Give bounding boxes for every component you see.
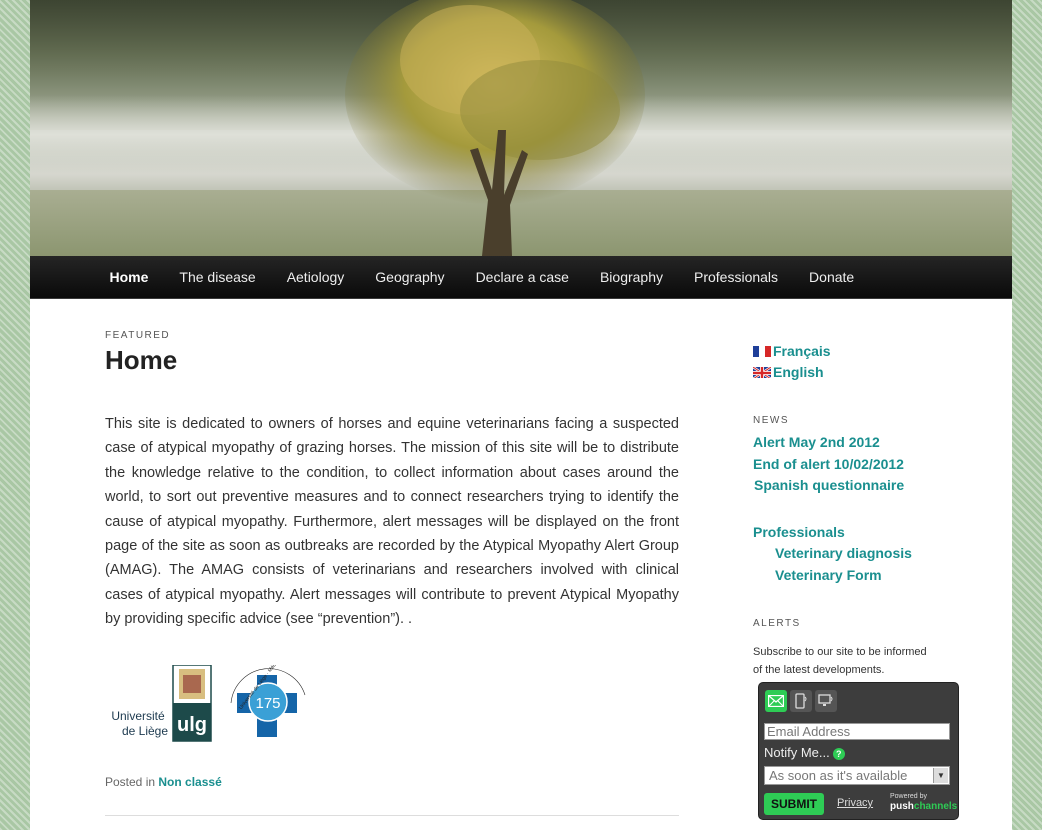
frequency-select[interactable]: As soon as it's available ▼ xyxy=(764,766,950,785)
nav-item-professionals[interactable]: Professionals xyxy=(679,256,794,299)
submit-button[interactable]: SUBMIT xyxy=(764,793,824,815)
pushchannels-logo: pushchannels xyxy=(890,801,958,813)
pushchannels-logo-channels: channels xyxy=(913,801,958,812)
mobile-icon xyxy=(795,693,807,709)
chevron-down-icon[interactable]: ▼ xyxy=(933,768,948,783)
nav-item-donate[interactable]: Donate xyxy=(794,256,870,299)
news-link-alert-may[interactable]: Alert May 2nd 2012 xyxy=(753,432,963,454)
notify-label: Notify Me...? xyxy=(764,745,845,760)
news-link-spanish-questionnaire[interactable]: Spanish questionnaire xyxy=(753,475,963,497)
mobile-tab[interactable] xyxy=(790,690,812,712)
desktop-tab[interactable] xyxy=(815,690,837,712)
ulg-name-line2: de Liège xyxy=(122,724,168,738)
main-content: FEATURED Home This site is dedicated to … xyxy=(105,330,679,816)
ulg-mark: ulg xyxy=(177,714,207,736)
sidebar: Français English NEWS Alert May 2nd 2012… xyxy=(753,330,963,820)
notify-label-text: Notify Me... xyxy=(764,745,830,760)
featured-label: FEATURED xyxy=(105,330,171,341)
language-french[interactable]: Français xyxy=(753,340,963,361)
veterinary-form-link[interactable]: Veterinary Form xyxy=(753,565,963,587)
help-icon[interactable]: ? xyxy=(832,747,845,760)
news-widget-title: NEWS xyxy=(753,415,789,426)
powered-by-text: Powered by xyxy=(890,793,927,800)
ulg-name-line1: Université xyxy=(111,709,165,723)
language-label-english[interactable]: English xyxy=(773,364,824,380)
nav-item-declare-a-case[interactable]: Declare a case xyxy=(460,256,584,299)
frequency-select-value: As soon as it's available xyxy=(769,768,908,783)
subscribe-widget: Email Address Notify Me...? As soon as i… xyxy=(758,682,959,820)
anniversary-175-logo[interactable]: 175 Université de Liège · Médecine vétér… xyxy=(225,665,315,745)
language-english[interactable]: English xyxy=(753,361,963,382)
header-landscape xyxy=(30,0,1012,256)
alerts-text-line2: of the latest developments. xyxy=(753,664,885,676)
nav-item-geography[interactable]: Geography xyxy=(360,256,460,299)
header-image[interactable] xyxy=(30,0,1012,256)
powered-by-pushchannels[interactable]: Powered by pushchannels xyxy=(890,793,958,815)
page: Home The disease Aetiology Geography Dec… xyxy=(30,0,1012,830)
alerts-text-line1: Subscribe to our site to be informed xyxy=(753,646,927,658)
nav-item-aetiology[interactable]: Aetiology xyxy=(271,256,360,299)
envelope-icon xyxy=(768,695,784,707)
entry-body: This site is dedicated to owners of hors… xyxy=(105,416,679,628)
alerts-widget-title: ALERTS xyxy=(753,618,801,629)
page-title[interactable]: Home xyxy=(105,345,679,376)
nav-item-biography[interactable]: Biography xyxy=(584,256,678,299)
main-navigation: Home The disease Aetiology Geography Dec… xyxy=(30,256,1012,299)
desktop-icon xyxy=(818,694,833,706)
post-meta: Posted in Non classé xyxy=(105,775,222,789)
nav-item-home[interactable]: Home xyxy=(94,256,164,299)
subscribe-tabs xyxy=(759,683,958,715)
email-tab[interactable] xyxy=(765,690,787,712)
category-link[interactable]: Non classé xyxy=(158,775,221,789)
news-link-end-of-alert[interactable]: End of alert 10/02/2012 xyxy=(753,454,963,476)
privacy-link[interactable]: Privacy xyxy=(837,797,873,809)
uk-flag-icon xyxy=(753,365,771,378)
pushchannels-logo-push: push xyxy=(890,801,914,812)
fr-flag-icon xyxy=(753,345,771,357)
professionals-link[interactable]: Professionals xyxy=(753,522,963,544)
posted-in-label: Posted in xyxy=(105,775,156,789)
email-input[interactable]: Email Address xyxy=(764,723,950,740)
anniversary-number: 175 xyxy=(255,695,280,712)
veterinary-diagnosis-link[interactable]: Veterinary diagnosis xyxy=(753,543,963,565)
nav-item-the-disease[interactable]: The disease xyxy=(164,256,271,299)
language-label-french[interactable]: Français xyxy=(773,343,831,359)
divider xyxy=(105,815,679,816)
